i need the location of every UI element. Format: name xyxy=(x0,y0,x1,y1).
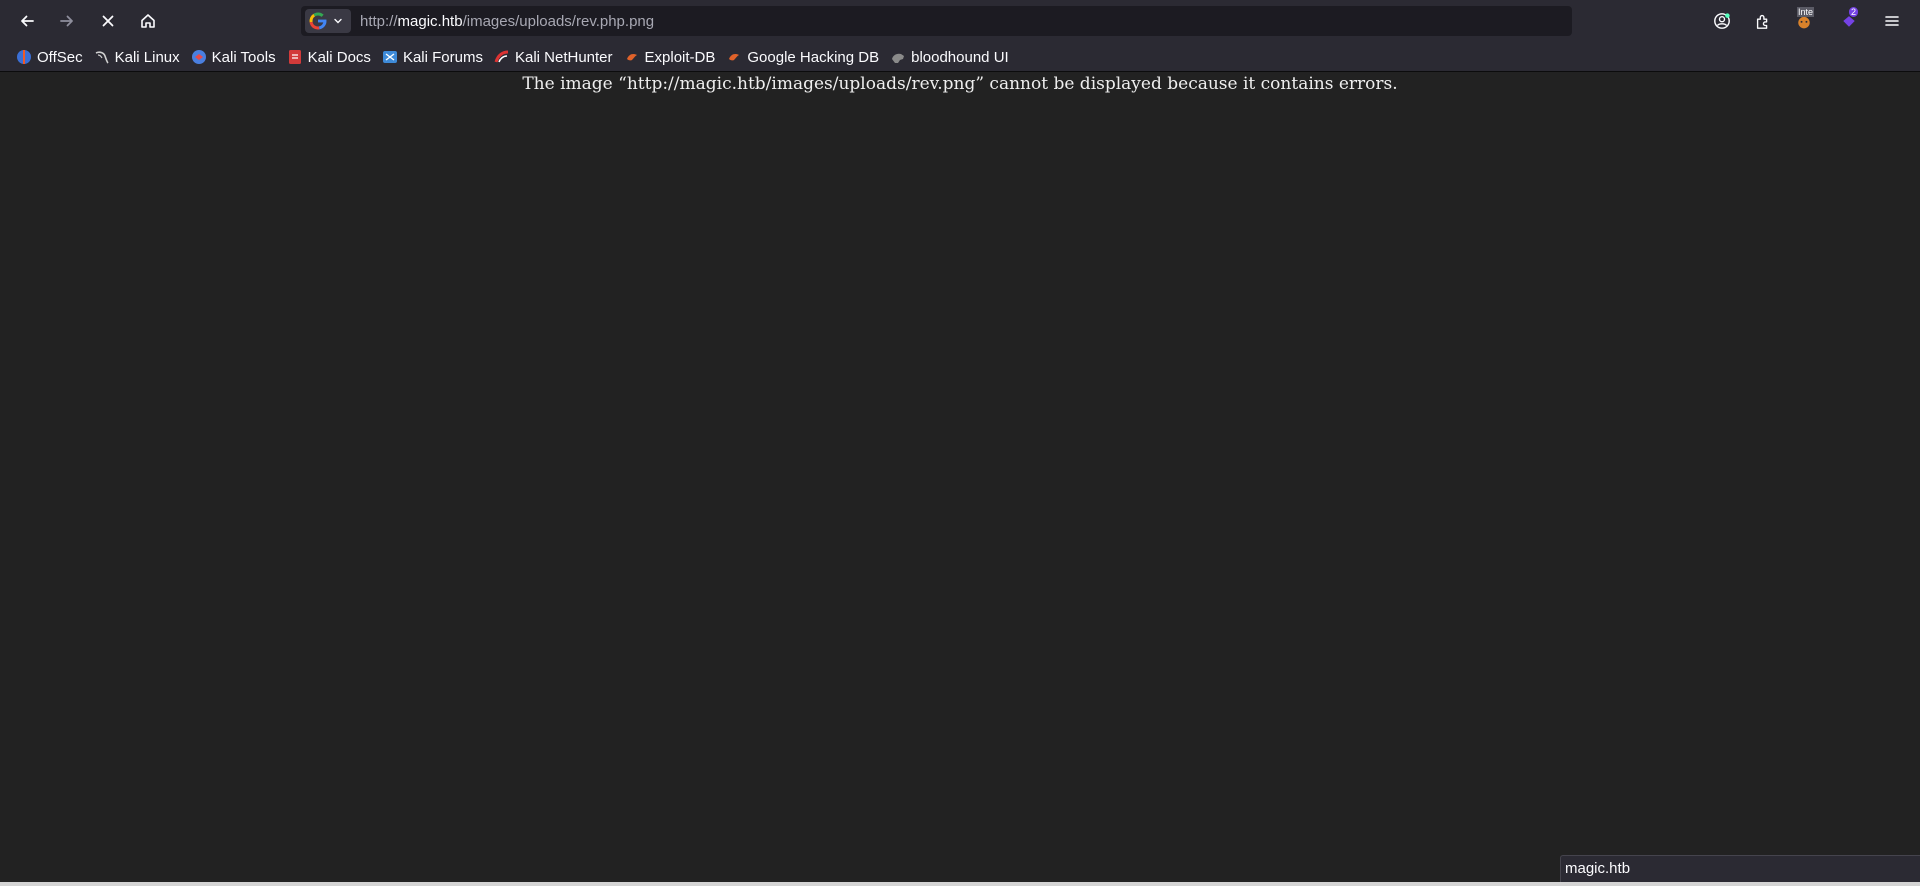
bookmark-label: OffSec xyxy=(37,48,83,66)
bookmark-label: Kali Tools xyxy=(211,48,276,66)
bookmark-label: Google Hacking DB xyxy=(747,48,880,66)
arrow-right-icon xyxy=(60,15,73,27)
url-scheme: http:// xyxy=(360,13,398,30)
kali-tools-icon xyxy=(191,49,207,65)
close-icon xyxy=(102,15,114,27)
image-error-message: The image “http://magic.htb/images/uploa… xyxy=(522,74,1398,94)
status-panel: magic.htb xyxy=(1560,855,1920,882)
offsec-icon xyxy=(16,49,32,65)
bookmark-label: Exploit-DB xyxy=(644,48,716,66)
bookmark-label: Kali Forums xyxy=(402,48,483,66)
nethunter-icon xyxy=(494,49,510,65)
kali-docs-icon xyxy=(287,49,303,65)
navigation-toolbar: http://magic.htb/images/uploads/rev.php.… xyxy=(0,0,1920,43)
extension-2-badge: 2 xyxy=(1849,7,1859,17)
bookmark-kali-docs[interactable]: Kali Docs xyxy=(283,45,377,69)
url-path: /images/uploads/rev.php.png xyxy=(462,13,655,30)
url-bar[interactable]: http://magic.htb/images/uploads/rev.php.… xyxy=(301,6,1572,36)
stop-button[interactable] xyxy=(93,6,123,36)
url-host: magic.htb xyxy=(397,13,463,30)
home-icon xyxy=(141,14,155,28)
bookmark-label: Kali NetHunter xyxy=(514,48,613,66)
bookmark-label: Kali Docs xyxy=(307,48,371,66)
exploit-db-icon xyxy=(624,49,640,65)
chevron-down-icon xyxy=(334,18,342,24)
bookmark-google-hacking-db[interactable]: Google Hacking DB xyxy=(722,45,885,69)
kali-dragon-icon xyxy=(94,49,110,65)
page-content: The image “http://magic.htb/images/uploa… xyxy=(0,72,1920,886)
arrow-left-icon xyxy=(21,15,34,27)
bookmark-kali-linux[interactable]: Kali Linux xyxy=(90,45,186,69)
extensions-button[interactable] xyxy=(1748,6,1778,36)
bookmarks-toolbar: OffSec Kali Linux Kali Tools Kali Docs K… xyxy=(0,43,1920,72)
bookmark-offsec[interactable]: OffSec xyxy=(12,45,89,69)
bloodhound-icon xyxy=(890,49,906,65)
bookmark-kali-nethunter[interactable]: Kali NetHunter xyxy=(490,45,619,69)
back-button[interactable] xyxy=(12,6,42,36)
kali-forums-icon xyxy=(382,49,398,65)
bookmark-kali-forums[interactable]: Kali Forums xyxy=(378,45,489,69)
extension-1-button[interactable]: Inte xyxy=(1789,6,1819,36)
bookmark-bloodhound-ui[interactable]: bloodhound UI xyxy=(886,45,1015,69)
bookmark-label: bloodhound UI xyxy=(911,48,1009,66)
forward-button[interactable] xyxy=(52,6,82,36)
extension-1-badge: Inte xyxy=(1797,7,1815,17)
google-icon xyxy=(309,12,327,30)
status-text: magic.htb xyxy=(1565,860,1631,877)
menu-button[interactable] xyxy=(1877,6,1907,36)
extension-2-button[interactable]: 2 xyxy=(1834,6,1864,36)
window-bottom-edge xyxy=(0,882,1920,886)
bookmark-exploit-db[interactable]: Exploit-DB xyxy=(620,45,722,69)
hamburger-menu-icon xyxy=(1885,16,1899,26)
search-engine-selector[interactable] xyxy=(305,9,351,33)
url-text[interactable]: http://magic.htb/images/uploads/rev.php.… xyxy=(360,13,654,30)
account-button[interactable] xyxy=(1707,6,1737,36)
puzzle-icon xyxy=(1756,14,1768,29)
bookmark-kali-tools[interactable]: Kali Tools xyxy=(187,45,282,69)
ghdb-icon xyxy=(726,49,742,65)
account-icon xyxy=(1714,13,1730,29)
home-button[interactable] xyxy=(133,6,163,36)
bookmark-label: Kali Linux xyxy=(114,48,180,66)
